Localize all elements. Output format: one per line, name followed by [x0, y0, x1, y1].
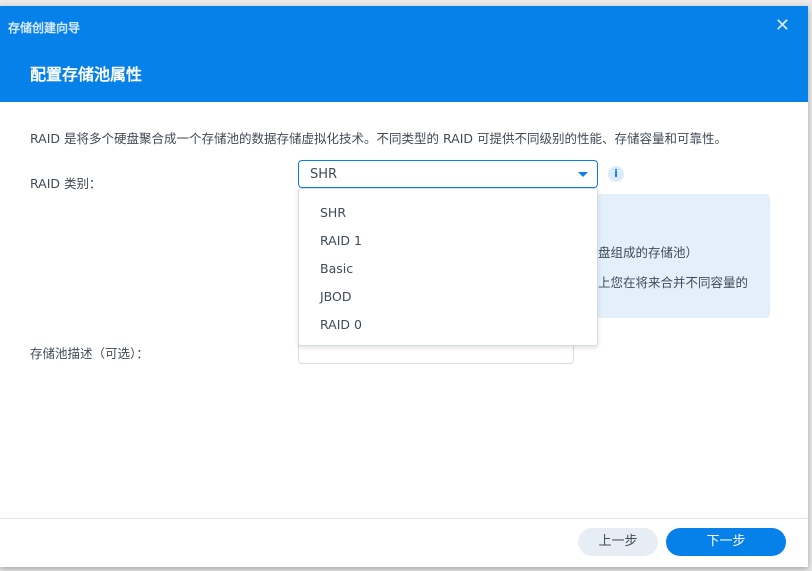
tip-line-2: 上您在将来合并不同容量的	[598, 275, 749, 290]
chevron-down-icon	[578, 172, 588, 177]
raid-info-box: 盘组成的存储池） 上您在将来合并不同容量的	[590, 194, 770, 318]
option-jbod[interactable]: JBOD	[299, 283, 597, 311]
raid-description: RAID 是将多个硬盘聚合成一个存储池的数据存储虚拟化技术。不同类型的 RAID…	[30, 131, 728, 146]
tip-line-1: 盘组成的存储池）	[598, 245, 699, 260]
option-basic[interactable]: Basic	[299, 255, 597, 283]
raid-type-select[interactable]: SHR	[298, 160, 598, 188]
close-icon[interactable]: ✕	[775, 15, 790, 36]
footer-divider	[0, 518, 808, 519]
raid-type-value: SHR	[310, 167, 338, 182]
next-button[interactable]: 下一步	[666, 528, 786, 556]
step-title: 配置存储池属性	[30, 65, 143, 84]
previous-button[interactable]: 上一步	[578, 528, 658, 556]
pool-description-label: 存储池描述（可选）：	[30, 346, 149, 361]
info-icon[interactable]: i	[608, 166, 624, 182]
raid-type-label: RAID 类别：	[30, 176, 102, 191]
option-raid1[interactable]: RAID 1	[299, 227, 597, 255]
raid-type-dropdown: SHR RAID 1 Basic JBOD RAID 0	[298, 188, 598, 346]
option-raid0[interactable]: RAID 0	[299, 311, 597, 339]
option-shr[interactable]: SHR	[299, 199, 597, 227]
dialog-header: 存储创建向导 ✕ 配置存储池属性	[0, 6, 808, 102]
window-title: 存储创建向导	[8, 21, 81, 35]
